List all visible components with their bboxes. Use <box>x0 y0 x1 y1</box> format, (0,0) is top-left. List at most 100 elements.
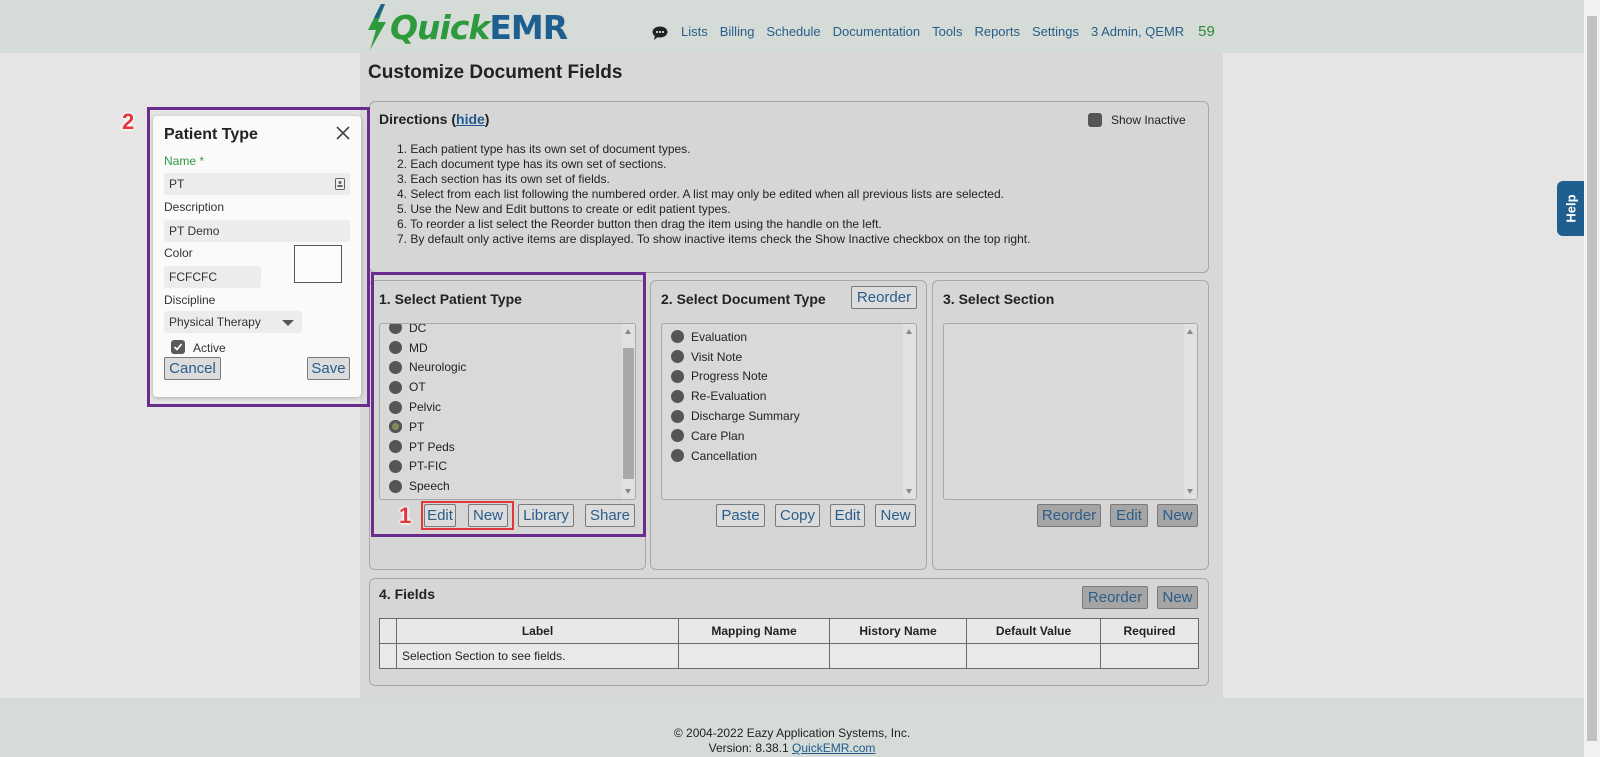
fields-title: 4. Fields <box>379 586 436 602</box>
scroll-down-icon[interactable] <box>1187 489 1193 494</box>
footer-text: © 2004-2022 Eazy Application Systems, In… <box>0 726 1584 756</box>
footer-link[interactable]: QuickEMR.com <box>792 741 875 755</box>
direction-item: 4. Select from each list following the n… <box>397 187 1004 201</box>
table-header-row: Label Mapping Name History Name Default … <box>379 618 1199 644</box>
radio-icon <box>671 389 684 403</box>
direction-item: 1. Each patient type has its own set of … <box>397 142 691 156</box>
document-type-list[interactable]: Evaluation Visit Note Progress Note Re-E… <box>661 323 917 500</box>
directions-title-close: ) <box>484 111 490 127</box>
list-item-label: Care Plan <box>691 428 745 443</box>
table-cell <box>1100 643 1199 669</box>
directions-title: Directions (hide) <box>379 111 489 127</box>
document-type-items: Evaluation Visit Note Progress Note Re-E… <box>662 327 904 466</box>
column-header-default-value: Default Value <box>966 618 1101 644</box>
document-type-copy-button[interactable]: Copy <box>775 504 820 527</box>
empty-fields-message: Selection Section to see fields. <box>396 643 679 669</box>
footer-version-line: Version: 8.38.1 QuickEMR.com <box>0 741 1584 756</box>
scroll-up-icon[interactable] <box>1187 329 1193 334</box>
list-item[interactable]: Re-Evaluation <box>662 386 904 406</box>
column-header-handle <box>379 618 397 644</box>
nav-lists[interactable]: Lists <box>681 24 708 39</box>
logo-text-quick: Quick <box>390 7 490 47</box>
nav-tools[interactable]: Tools <box>932 24 962 39</box>
radio-icon <box>671 369 684 383</box>
page-title: Customize Document Fields <box>368 62 623 83</box>
table-cell <box>829 643 967 669</box>
document-type-paste-button[interactable]: Paste <box>716 504 765 527</box>
edit-new-highlight-box <box>421 501 514 530</box>
radio-icon <box>671 409 684 423</box>
show-inactive-label: Show Inactive <box>1111 113 1186 127</box>
footer-copyright: © 2004-2022 Eazy Application Systems, In… <box>673 726 911 740</box>
direction-item: 2. Each document type has its own set of… <box>397 157 667 171</box>
section-new-button[interactable]: New <box>1157 504 1198 527</box>
document-type-reorder-button[interactable]: Reorder <box>851 286 917 309</box>
list-item[interactable]: Care Plan <box>662 426 904 446</box>
main-nav: Lists Billing Schedule Documentation Too… <box>652 21 1215 41</box>
section-edit-button[interactable]: Edit <box>1110 504 1148 527</box>
list-item-label: Progress Note <box>691 369 768 384</box>
directions-list: 1. Each patient type has its own set of … <box>397 142 1030 247</box>
dialog-highlight-box <box>147 107 370 407</box>
help-tab-label: Help <box>1563 194 1579 223</box>
list-item[interactable]: Cancellation <box>662 446 904 466</box>
page-scroll-thumb[interactable] <box>1587 16 1597 741</box>
table-cell <box>966 643 1101 669</box>
nav-user-account[interactable]: 3 Admin, QEMR <box>1091 24 1184 39</box>
direction-item: 5. Use the New and Edit buttons to creat… <box>397 202 731 216</box>
radio-icon <box>671 449 684 463</box>
directions-title-text: Directions ( <box>379 111 457 127</box>
column-header-label: Label <box>396 618 679 644</box>
document-type-title: 2. Select Document Type <box>661 291 826 307</box>
hide-directions-link[interactable]: hide <box>456 111 485 127</box>
logo-text-emr: EMR <box>489 7 568 47</box>
step-marker-2: 2 <box>122 109 135 134</box>
help-tab[interactable]: Help <box>1557 181 1585 236</box>
scroll-down-icon[interactable] <box>906 489 912 494</box>
nav-documentation[interactable]: Documentation <box>833 24 920 39</box>
show-inactive-checkbox[interactable] <box>1088 113 1102 127</box>
chat-bubble-icon[interactable] <box>652 26 668 40</box>
session-count: 59 <box>1198 22 1215 40</box>
radio-icon <box>671 350 684 364</box>
list-item[interactable]: Visit Note <box>662 347 904 367</box>
list-item[interactable]: Progress Note <box>662 367 904 387</box>
column-header-required: Required <box>1100 618 1199 644</box>
fields-new-button[interactable]: New <box>1157 586 1198 609</box>
table-cell <box>678 643 830 669</box>
list-item-label: Cancellation <box>691 448 758 463</box>
show-inactive-toggle[interactable]: Show Inactive <box>1088 113 1186 127</box>
page-scrollbar[interactable] <box>1584 0 1600 757</box>
radio-icon <box>671 429 684 443</box>
scroll-up-icon[interactable] <box>906 329 912 334</box>
document-type-new-button[interactable]: New <box>875 504 916 527</box>
list-item-label: Re-Evaluation <box>691 389 767 404</box>
section-reorder-button[interactable]: Reorder <box>1037 504 1101 527</box>
nav-schedule[interactable]: Schedule <box>766 24 820 39</box>
list-item-label: Evaluation <box>691 329 748 344</box>
document-type-edit-button[interactable]: Edit <box>830 504 865 527</box>
radio-icon <box>671 330 684 344</box>
lightning-bolt-icon <box>368 4 386 50</box>
fields-table: Label Mapping Name History Name Default … <box>379 618 1199 669</box>
list-scrollbar[interactable] <box>1184 324 1197 499</box>
list-item[interactable]: Evaluation <box>662 327 904 347</box>
direction-item: 7. By default only active items are disp… <box>397 232 1031 246</box>
patient-type-highlight-box <box>371 272 646 537</box>
column-header-mapping-name: Mapping Name <box>678 618 830 644</box>
nav-reports[interactable]: Reports <box>974 24 1020 39</box>
fields-reorder-button[interactable]: Reorder <box>1082 586 1148 609</box>
column-header-history-name: History Name <box>829 618 967 644</box>
list-item-label: Visit Note <box>691 349 743 364</box>
quickemr-logo[interactable]: Quick EMR <box>364 4 568 50</box>
list-item-label: Discharge Summary <box>691 409 800 424</box>
nav-billing[interactable]: Billing <box>720 24 755 39</box>
list-item[interactable]: Discharge Summary <box>662 406 904 426</box>
nav-settings[interactable]: Settings <box>1032 24 1079 39</box>
list-scrollbar[interactable] <box>903 324 916 499</box>
table-cell <box>379 643 397 669</box>
direction-item: 3. Each section has its own set of field… <box>397 172 610 186</box>
section-list[interactable] <box>943 323 1198 500</box>
table-row: Selection Section to see fields. <box>379 643 1199 669</box>
step-marker-1: 1 <box>399 503 412 528</box>
